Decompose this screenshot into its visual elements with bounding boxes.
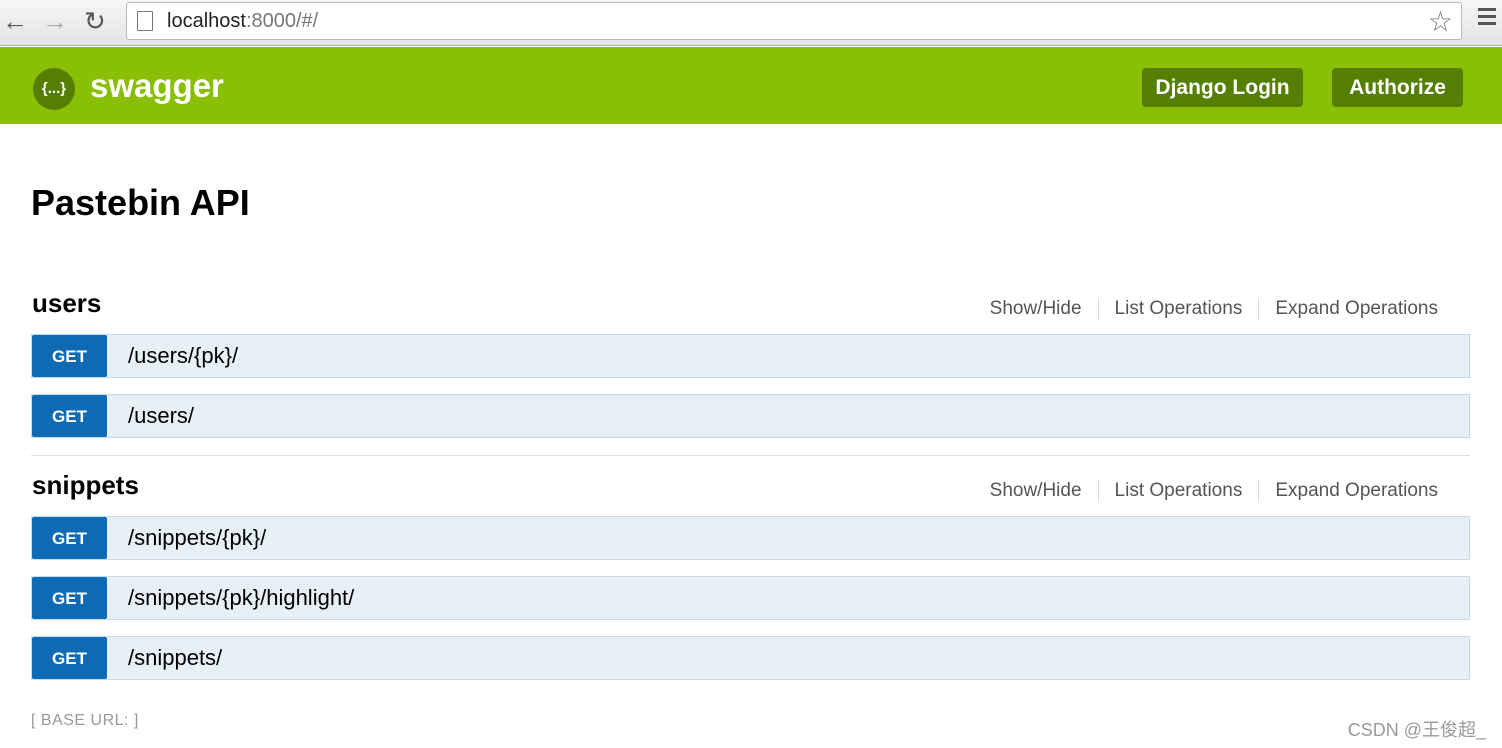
show-hide-link[interactable]: Show/Hide	[974, 298, 1098, 320]
method-badge[interactable]: GET	[32, 335, 107, 377]
reload-icon[interactable]: ↻	[84, 6, 106, 36]
brand-name[interactable]: swagger	[90, 67, 224, 105]
watermark: CSDN @王俊超_	[1347, 720, 1486, 740]
browser-toolbar: ← → ↻ localhost:8000/#/ ☆	[0, 0, 1502, 46]
page-icon	[137, 11, 153, 31]
operation-row[interactable]: GET /users/{pk}/	[31, 334, 1470, 378]
method-badge[interactable]: GET	[32, 395, 107, 437]
method-badge[interactable]: GET	[32, 517, 107, 559]
base-url: [ BASE URL: ]	[31, 712, 139, 729]
expand-operations-link[interactable]: Expand Operations	[1258, 298, 1454, 320]
swagger-header: {...} swagger Django Login Authorize	[0, 47, 1502, 124]
method-badge[interactable]: GET	[32, 577, 107, 619]
back-icon[interactable]: ←	[2, 6, 28, 36]
authorize-button[interactable]: Authorize	[1332, 68, 1463, 107]
url-path: :8000/#/	[245, 10, 319, 32]
operation-path[interactable]: /snippets/	[128, 645, 222, 671]
forward-icon[interactable]: →	[42, 6, 68, 36]
operation-path[interactable]: /users/	[128, 403, 194, 429]
operation-path[interactable]: /snippets/{pk}/	[128, 525, 266, 551]
section-title[interactable]: users	[32, 288, 101, 319]
swagger-logo-icon: {...}	[33, 68, 75, 110]
list-operations-link[interactable]: List Operations	[1097, 298, 1259, 320]
star-icon[interactable]: ☆	[1428, 5, 1453, 38]
operation-row[interactable]: GET /snippets/	[31, 636, 1470, 680]
operation-row[interactable]: GET /users/	[31, 394, 1470, 438]
operation-row[interactable]: GET /snippets/{pk}/	[31, 516, 1470, 560]
divider	[31, 455, 1470, 456]
method-badge[interactable]: GET	[32, 637, 107, 679]
list-operations-link[interactable]: List Operations	[1097, 480, 1259, 502]
operation-row[interactable]: GET /snippets/{pk}/highlight/	[31, 576, 1470, 620]
address-bar[interactable]: localhost:8000/#/ ☆	[126, 2, 1462, 40]
django-login-button[interactable]: Django Login	[1142, 68, 1303, 107]
operation-path[interactable]: /users/{pk}/	[128, 343, 238, 369]
page-title: Pastebin API	[31, 182, 250, 223]
menu-icon[interactable]	[1478, 8, 1496, 29]
expand-operations-link[interactable]: Expand Operations	[1258, 480, 1454, 502]
url-host: localhost	[167, 10, 246, 32]
operation-path[interactable]: /snippets/{pk}/highlight/	[128, 585, 354, 611]
show-hide-link[interactable]: Show/Hide	[974, 480, 1098, 502]
section-title[interactable]: snippets	[32, 470, 139, 501]
